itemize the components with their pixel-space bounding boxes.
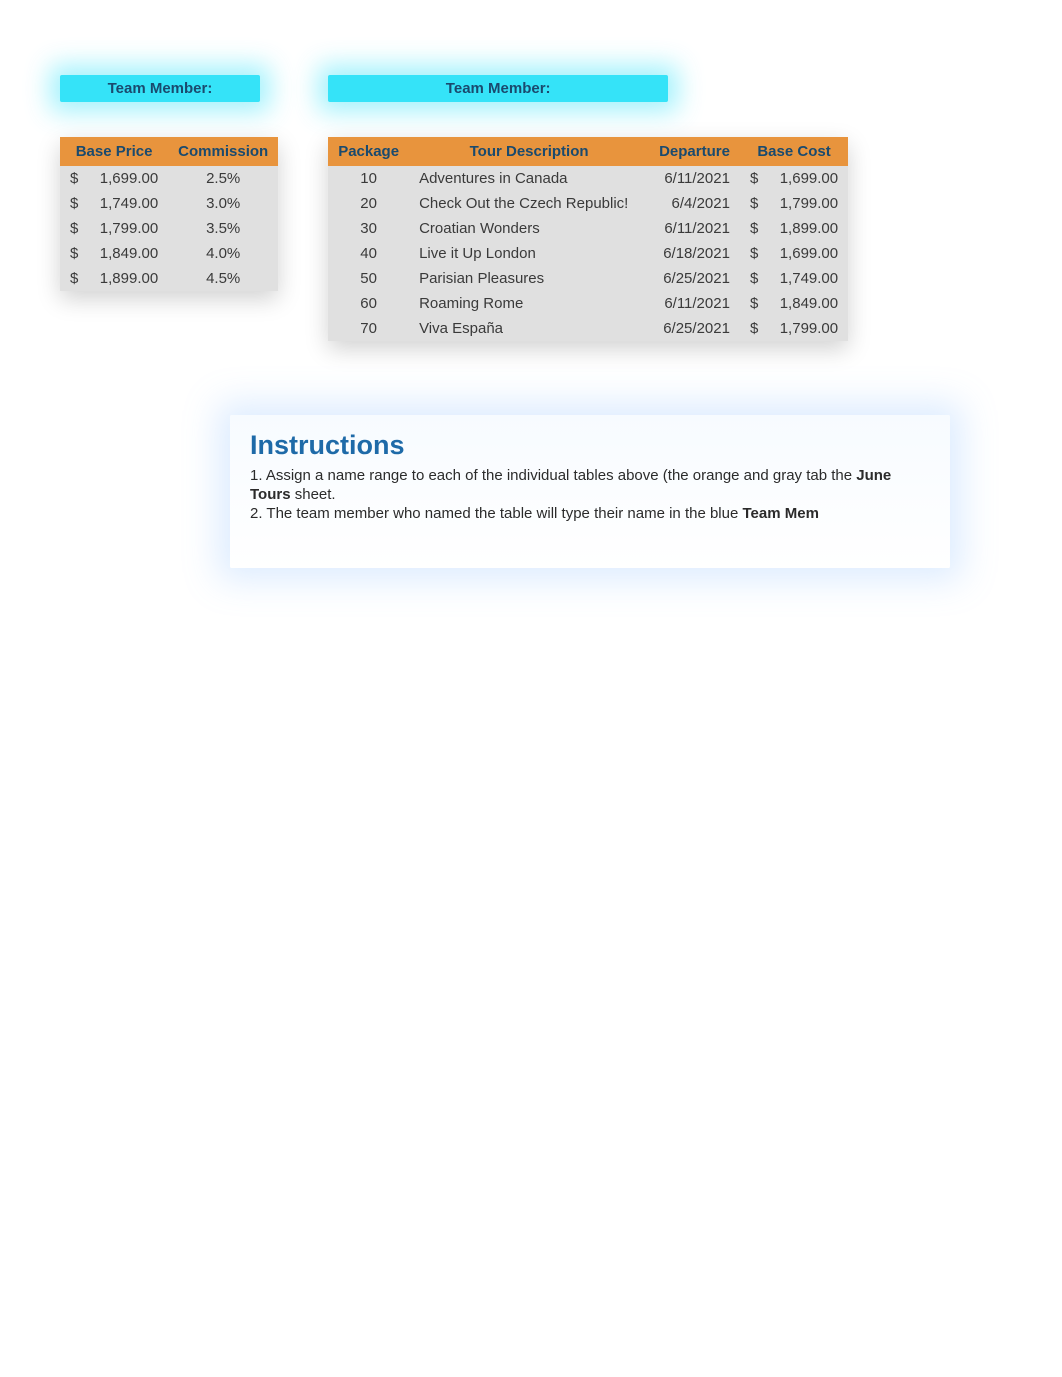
cell-departure: 6/11/2021 [649, 166, 740, 191]
cell-package: 50 [328, 266, 409, 291]
cell-tour-description: Parisian Pleasures [409, 266, 649, 291]
cell-departure: 6/18/2021 [649, 241, 740, 266]
cell-base-cost: $ 1,749.00 [740, 266, 848, 291]
cell-tour-description: Roaming Rome [409, 291, 649, 316]
table-row: $ 1,799.003.5% [60, 216, 278, 241]
header-package: Package [328, 137, 409, 166]
cell-departure: 6/11/2021 [649, 291, 740, 316]
cell-tour-description: Croatian Wonders [409, 216, 649, 241]
tours-table: Package Tour Description Departure Base … [328, 137, 848, 341]
table-row: 40Live it Up London6/18/2021$ 1,699.00 [328, 241, 848, 266]
cell-base-cost: $ 1,799.00 [740, 316, 848, 341]
table-header-row: Base Price Commission [60, 137, 278, 166]
tours-panel: Team Member: Package Tour Description De… [328, 75, 848, 341]
table-row: 30Croatian Wonders6/11/2021$ 1,899.00 [328, 216, 848, 241]
cell-commission: 4.0% [168, 241, 278, 266]
instructions-box: Instructions 1. Assign a name range to e… [230, 415, 950, 568]
instruction-line-2: 2. The team member who named the table w… [250, 505, 930, 524]
cell-commission: 2.5% [168, 166, 278, 191]
team-member-header-left: Team Member: [60, 75, 260, 102]
header-departure: Departure [649, 137, 740, 166]
header-base-cost: Base Cost [740, 137, 848, 166]
cell-tour-description: Adventures in Canada [409, 166, 649, 191]
cell-package: 70 [328, 316, 409, 341]
cell-package: 60 [328, 291, 409, 316]
cell-base-cost: $ 1,699.00 [740, 241, 848, 266]
cell-commission: 3.5% [168, 216, 278, 241]
cell-base-cost: $ 1,899.00 [740, 216, 848, 241]
cell-base-cost: $ 1,849.00 [740, 291, 848, 316]
cell-package: 10 [328, 166, 409, 191]
cell-package: 30 [328, 216, 409, 241]
cell-base-cost: $ 1,699.00 [740, 166, 848, 191]
header-commission: Commission [168, 137, 278, 166]
table-row: 60Roaming Rome6/11/2021$ 1,849.00 [328, 291, 848, 316]
cell-tour-description: Check Out the Czech Republic! [409, 191, 649, 216]
team-member-header-right: Team Member: [328, 75, 668, 102]
cell-base-price: $ 1,749.00 [60, 191, 168, 216]
table-row: $ 1,899.004.5% [60, 266, 278, 291]
table-row: 50Parisian Pleasures6/25/2021$ 1,749.00 [328, 266, 848, 291]
commission-table: Base Price Commission $ 1,699.002.5%$ 1,… [60, 137, 278, 291]
instruction-text: 2. The team member who named the table w… [250, 505, 743, 522]
cell-base-price: $ 1,799.00 [60, 216, 168, 241]
table-row: 20Check Out the Czech Republic!6/4/2021$… [328, 191, 848, 216]
instruction-bold: Team Mem [743, 505, 819, 522]
instruction-text: sheet. [291, 486, 336, 503]
instructions-title: Instructions [250, 430, 930, 461]
cell-departure: 6/25/2021 [649, 266, 740, 291]
table-row: $ 1,849.004.0% [60, 241, 278, 266]
cell-base-price: $ 1,899.00 [60, 266, 168, 291]
cell-commission: 3.0% [168, 191, 278, 216]
header-base-price: Base Price [60, 137, 168, 166]
commission-panel: Team Member: Base Price Commission $ 1,6… [60, 75, 278, 291]
cell-departure: 6/11/2021 [649, 216, 740, 241]
table-row: 10Adventures in Canada6/11/2021$ 1,699.0… [328, 166, 848, 191]
cell-package: 20 [328, 191, 409, 216]
table-row: $ 1,749.003.0% [60, 191, 278, 216]
table-row: 70Viva España6/25/2021$ 1,799.00 [328, 316, 848, 341]
cell-base-price: $ 1,849.00 [60, 241, 168, 266]
table-row: $ 1,699.002.5% [60, 166, 278, 191]
cell-departure: 6/25/2021 [649, 316, 740, 341]
table-header-row: Package Tour Description Departure Base … [328, 137, 848, 166]
cell-base-price: $ 1,699.00 [60, 166, 168, 191]
cell-commission: 4.5% [168, 266, 278, 291]
cell-package: 40 [328, 241, 409, 266]
instruction-line-1: 1. Assign a name range to each of the in… [250, 467, 930, 505]
cell-base-cost: $ 1,799.00 [740, 191, 848, 216]
cell-tour-description: Viva España [409, 316, 649, 341]
cell-tour-description: Live it Up London [409, 241, 649, 266]
cell-departure: 6/4/2021 [649, 191, 740, 216]
header-tour-description: Tour Description [409, 137, 649, 166]
instruction-text: 1. Assign a name range to each of the in… [250, 467, 856, 484]
